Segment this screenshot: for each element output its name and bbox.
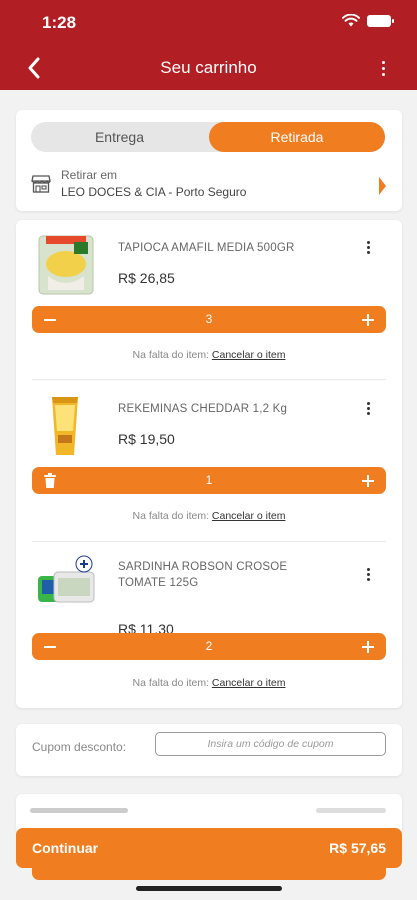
increase-quantity-button[interactable] (356, 635, 380, 658)
absent-item-label: Na falta do item: (132, 677, 209, 689)
increase-quantity-button[interactable] (356, 469, 380, 492)
quantity-value: 3 (205, 312, 213, 326)
product-image-tapioca (38, 235, 94, 295)
coupon-card: Cupom desconto: (16, 724, 402, 776)
coupon-label: Cupom desconto: (32, 740, 127, 754)
toggle-option-entrega[interactable]: Entrega (31, 122, 208, 152)
cancel-item-link[interactable]: Cancelar o item (212, 349, 286, 361)
absent-item-label: Na falta do item: (132, 349, 209, 361)
absent-item-note: Na falta do item: Cancelar o item (16, 510, 402, 522)
item-price: R$ 26,85 (118, 270, 175, 286)
more-vertical-icon (381, 60, 385, 64)
delivery-card: Entrega Retirada Retirar em LEO DOCES & … (16, 110, 402, 211)
decrease-quantity-button[interactable] (38, 635, 62, 658)
status-icons (342, 14, 394, 27)
item-options-button[interactable] (364, 564, 372, 584)
coupon-input[interactable] (155, 732, 386, 756)
pickup-location[interactable]: Retirar em LEO DOCES & CIA - Porto Segur… (31, 168, 387, 204)
more-menu-button[interactable] (379, 57, 387, 79)
decrease-quantity-button[interactable] (38, 308, 62, 331)
quantity-value: 1 (205, 473, 213, 487)
minus-icon (44, 318, 56, 321)
more-vertical-icon (366, 567, 370, 571)
item-options-button[interactable] (364, 398, 372, 418)
product-image-rekeminas (52, 397, 78, 455)
summary-placeholder (316, 808, 386, 813)
quantity-stepper: 3 (32, 306, 386, 333)
summary-placeholder (30, 808, 128, 813)
page-title: Seu carrinho (160, 58, 257, 77)
more-vertical-icon (366, 401, 370, 405)
battery-icon (367, 14, 394, 27)
toggle-option-retirada[interactable]: Retirada (209, 122, 385, 152)
remove-item-button[interactable] (38, 469, 62, 492)
pickup-label: Retirar em (61, 168, 118, 182)
item-price: R$ 19,50 (118, 431, 175, 447)
absent-item-note: Na falta do item: Cancelar o item (16, 349, 402, 361)
cart-item: TAPIOCA AMAFIL MEDIA 500GR R$ 26,85 3 Na… (16, 220, 402, 380)
more-vertical-icon (366, 240, 370, 244)
quantity-stepper: 2 (32, 633, 386, 660)
item-name: REKEMINAS CHEDDAR 1,2 Kg (118, 403, 288, 415)
delivery-toggle: Entrega Retirada (31, 122, 385, 152)
wifi-icon (342, 14, 360, 27)
chevron-right-icon (379, 177, 386, 195)
absent-item-label: Na falta do item: (132, 510, 209, 522)
plus-icon (362, 640, 374, 653)
cart-total: R$ 57,65 (329, 840, 386, 856)
plus-icon (362, 313, 374, 326)
cancel-item-link[interactable]: Cancelar o item (212, 677, 286, 689)
product-image-sardinha (38, 555, 95, 603)
cart-item: REKEMINAS CHEDDAR 1,2 Kg R$ 19,50 1 Na f… (16, 380, 402, 541)
item-name: TAPIOCA AMAFIL MEDIA 500GR (118, 242, 295, 254)
cancel-item-link[interactable]: Cancelar o item (212, 510, 286, 522)
item-options-button[interactable] (364, 237, 372, 257)
status-time: 1:28 (42, 13, 77, 32)
pickup-store-name: LEO DOCES & CIA - Porto Seguro (61, 185, 247, 199)
continue-button[interactable]: Continuar R$ 57,65 (16, 828, 402, 868)
quantity-stepper: 1 (32, 467, 386, 494)
store-icon (31, 175, 51, 193)
app-header: 1:28 Seu carrinho (0, 0, 417, 90)
continue-label: Continuar (32, 840, 99, 856)
home-indicator (136, 886, 282, 891)
absent-item-note: Na falta do item: Cancelar o item (16, 677, 402, 689)
trash-icon (44, 472, 56, 488)
item-name: SARDINHA ROBSON CROSOE TOMATE 125G (118, 561, 288, 589)
quantity-value: 2 (205, 639, 213, 653)
minus-icon (44, 645, 56, 648)
plus-icon (362, 474, 374, 487)
increase-quantity-button[interactable] (356, 308, 380, 331)
